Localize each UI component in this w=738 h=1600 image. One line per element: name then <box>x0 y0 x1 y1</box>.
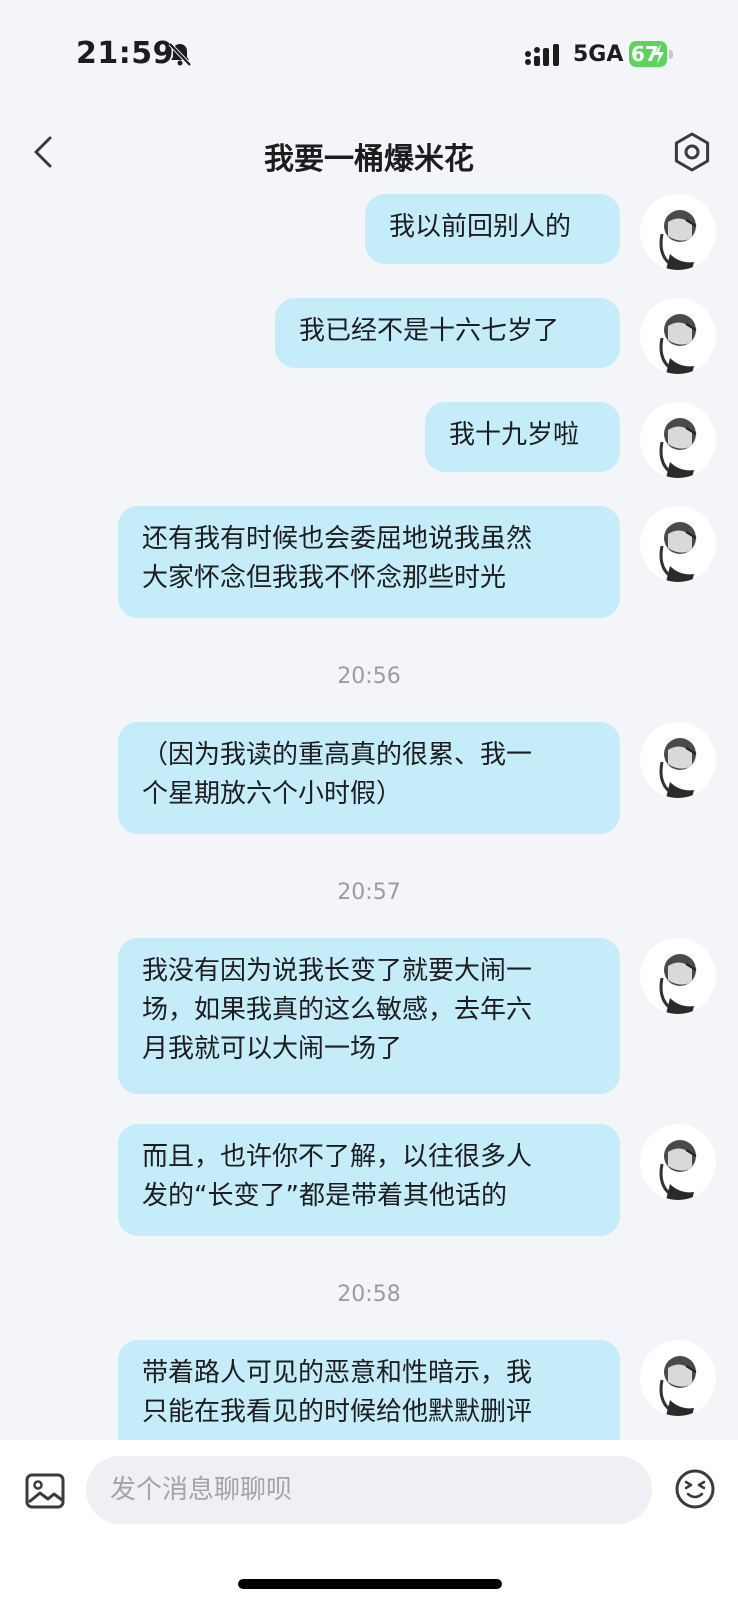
mute-bell-icon <box>168 42 192 67</box>
battery-indicator: 67 <box>629 41 673 67</box>
home-indicator[interactable] <box>238 1579 502 1589</box>
chat-header: 我要一桶爆米花 <box>0 118 738 188</box>
message-text: 我没有因为说我长变了就要大闹一 场，如果我真的这么敏感，去年六 月我就可以大闹一… <box>142 956 533 1064</box>
status-time: 21:59 <box>76 36 174 71</box>
avatar[interactable] <box>640 722 716 798</box>
message-text: 我已经不是十六七岁了 <box>299 316 560 346</box>
message-text: 带着路人可见的恶意和性暗示，我 只能在我看见的时候给他默默删评 <box>142 1358 533 1427</box>
emoji-icon[interactable] <box>674 1468 716 1510</box>
avatar[interactable] <box>640 1124 716 1200</box>
avatar[interactable] <box>640 938 716 1014</box>
charging-bolt-icon <box>654 44 664 64</box>
timestamp: 20:58 <box>337 1282 401 1307</box>
message-text: 而且，也许你不了解，以往很多人 发的“长变了”都是带着其他话的 <box>142 1142 533 1211</box>
message-bubble[interactable]: （因为我读的重高真的很累、我一 个星期放六个小时假） <box>118 722 620 834</box>
message-bubble[interactable]: 我十九岁啦 <box>425 402 620 472</box>
status-bar: 21:59 5GA 67 <box>0 0 738 100</box>
message-bubble[interactable]: 我以前回别人的 <box>365 194 620 264</box>
avatar[interactable] <box>640 402 716 478</box>
message-bubble[interactable]: 还有我有时候也会委屈地说我虽然 大家怀念但我我不怀念那些时光 <box>118 506 620 618</box>
message-bubble[interactable]: 带着路人可见的恶意和性暗示，我 只能在我看见的时候给他默默删评 <box>118 1340 620 1440</box>
timestamp: 20:56 <box>337 664 401 689</box>
timestamp: 20:57 <box>337 880 401 905</box>
avatar[interactable] <box>640 506 716 582</box>
image-picker-icon[interactable] <box>24 1470 66 1512</box>
avatar[interactable] <box>640 298 716 374</box>
message-bubble[interactable]: 我没有因为说我长变了就要大闹一 场，如果我真的这么敏感，去年六 月我就可以大闹一… <box>118 938 620 1094</box>
signal-icon <box>525 44 559 66</box>
message-text: 我以前回别人的 <box>389 212 572 242</box>
settings-hexagon-icon[interactable] <box>670 130 714 174</box>
message-composer: 发个消息聊聊呗 <box>0 1440 738 1600</box>
message-bubble[interactable]: 我已经不是十六七岁了 <box>275 298 620 368</box>
message-input[interactable]: 发个消息聊聊呗 <box>86 1456 652 1524</box>
avatar[interactable] <box>640 1340 716 1416</box>
message-text: 我十九岁啦 <box>449 420 580 450</box>
chat-title: 我要一桶爆米花 <box>264 142 474 177</box>
message-text: （因为我读的重高真的很累、我一 个星期放六个小时假） <box>142 740 533 809</box>
avatar[interactable] <box>640 194 716 270</box>
network-type: 5GA <box>573 42 624 67</box>
message-list[interactable]: 我以前回别人的 我已经不是十六七岁了 我十九岁啦 还有我有时候也会委屈地说我虽然… <box>0 190 738 1440</box>
message-text: 还有我有时候也会委屈地说我虽然 大家怀念但我我不怀念那些时光 <box>142 524 533 593</box>
message-bubble[interactable]: 而且，也许你不了解，以往很多人 发的“长变了”都是带着其他话的 <box>118 1124 620 1236</box>
